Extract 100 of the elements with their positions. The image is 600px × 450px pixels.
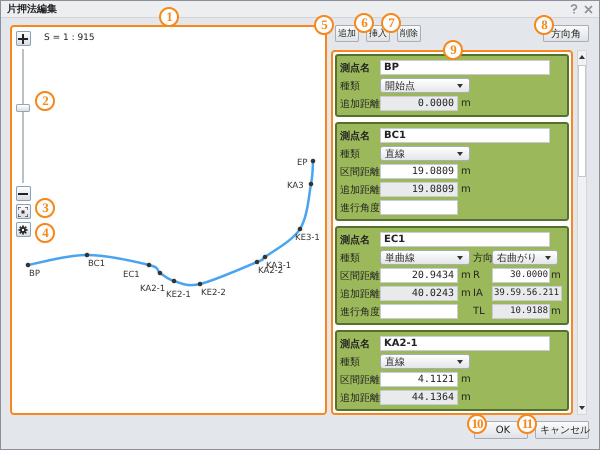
fit-view-button[interactable]: [16, 204, 30, 219]
input-field[interactable]: 20.9434: [380, 268, 458, 283]
field-label: 区間距離: [340, 374, 380, 386]
caret-icon: [457, 360, 463, 364]
readonly-field: 40.0243: [380, 286, 458, 301]
survey-point[interactable]: [254, 260, 260, 264]
name-field[interactable]: BC1: [380, 128, 550, 143]
unit-label: m: [460, 270, 472, 281]
field-label: R: [473, 270, 481, 281]
toolbar-button[interactable]: 削除: [397, 25, 421, 42]
scroll-up-icon[interactable]: [579, 55, 585, 59]
input-field[interactable]: 4.1121: [380, 372, 458, 387]
survey-point[interactable]: [298, 226, 302, 232]
point-label: BP: [29, 269, 40, 279]
field-label: 種類: [340, 356, 361, 368]
survey-point[interactable]: [308, 182, 314, 186]
expand-icon: [18, 206, 28, 216]
field-label: 方向: [473, 252, 492, 264]
point-label: KE2-1: [166, 290, 191, 300]
caret-icon: [457, 152, 463, 156]
readonly-field: 44.1364: [380, 390, 458, 405]
unit-label: m: [460, 166, 472, 177]
help-icon[interactable]: [570, 4, 578, 14]
type-dropdown[interactable]: 開始点: [380, 78, 470, 93]
caret-icon: [545, 256, 551, 260]
field-label: 追加距離: [340, 392, 380, 404]
point-label: KA2-1: [140, 284, 166, 294]
field-label: IA: [473, 288, 484, 299]
field-label: 区間距離: [340, 166, 380, 178]
input-field[interactable]: [380, 304, 458, 319]
field-label: 測点名: [340, 234, 371, 246]
callout-number: 11: [517, 414, 537, 434]
gear-icon: [18, 224, 28, 234]
slider-thumb[interactable]: [16, 104, 30, 112]
type-dropdown[interactable]: 直線: [380, 146, 470, 161]
field-label: 測点名: [340, 338, 371, 350]
close-icon[interactable]: [584, 4, 593, 14]
zoom-in-button[interactable]: [16, 31, 30, 46]
field-label: 追加距離: [340, 288, 380, 300]
point-label: EC1: [123, 270, 140, 280]
survey-point[interactable]: [84, 252, 90, 258]
callout-number: 8: [534, 15, 554, 35]
survey-point[interactable]: [172, 278, 176, 284]
field-label: 測点名: [340, 130, 371, 142]
type-dropdown[interactable]: 右曲がり: [492, 250, 558, 265]
zoom-out-button[interactable]: [16, 186, 30, 201]
unit-label: m: [460, 98, 472, 109]
readonly-field: 10.9188: [492, 304, 550, 319]
survey-point[interactable]: [146, 262, 152, 268]
point-label: KA2-2: [258, 266, 284, 276]
callout-number: 9: [443, 40, 463, 60]
scroll-down-icon[interactable]: [579, 406, 585, 410]
survey-point[interactable]: [198, 282, 202, 286]
point-label: BC1: [88, 259, 106, 269]
field-label: 追加距離: [340, 184, 380, 196]
unit-label: m: [460, 374, 472, 385]
survey-point[interactable]: [26, 262, 30, 268]
field-label: 区間距離: [340, 270, 380, 282]
readonly-field: 39.59.56.211: [492, 286, 562, 301]
type-dropdown[interactable]: 単曲線: [380, 250, 470, 265]
point-label: EP: [297, 158, 308, 168]
point-label: KE2-2: [201, 288, 226, 298]
field-label: 測点名: [340, 62, 371, 74]
input-field[interactable]: 19.0809: [380, 164, 458, 179]
scrollbar[interactable]: [577, 50, 587, 415]
unit-label: m: [550, 306, 562, 317]
dialog-button[interactable]: キャンセル: [535, 421, 589, 439]
settings-button[interactable]: [16, 222, 30, 237]
point-label: KE3-1: [295, 233, 320, 243]
unit-label: m: [460, 184, 472, 195]
caret-icon: [457, 84, 463, 88]
window-title: 片押法編集: [7, 2, 57, 16]
plus-icon: [18, 34, 28, 44]
name-field[interactable]: BP: [380, 60, 550, 75]
caret-icon: [457, 256, 463, 260]
field-label: TL: [473, 306, 486, 317]
toolbar-button[interactable]: 追加: [335, 25, 359, 42]
field-label: 種類: [340, 252, 361, 264]
unit-label: m: [460, 392, 472, 403]
input-field[interactable]: [380, 200, 458, 215]
survey-point[interactable]: [158, 270, 162, 276]
field-label: 追加距離: [340, 98, 380, 110]
unit-label: m: [460, 288, 472, 299]
survey-point[interactable]: [310, 158, 316, 164]
point-label: KA3: [287, 181, 304, 191]
input-field[interactable]: 30.0000: [492, 268, 550, 283]
name-field[interactable]: KA2-1: [380, 336, 550, 351]
readonly-field: 0.0000: [380, 96, 458, 111]
type-dropdown[interactable]: 直線: [380, 354, 470, 369]
scale-text: S = 1 : 915: [44, 33, 95, 43]
survey-point[interactable]: [262, 254, 268, 260]
unit-label: m: [550, 270, 562, 281]
scroll-thumb[interactable]: [578, 65, 586, 177]
field-label: 進行角度: [340, 202, 380, 214]
field-label: 進行角度: [340, 306, 380, 318]
name-field[interactable]: EC1: [380, 232, 550, 247]
field-label: 種類: [340, 148, 361, 160]
callout-number: 10: [467, 414, 487, 434]
readonly-field: 19.0809: [380, 182, 458, 197]
field-label: 種類: [340, 80, 361, 92]
